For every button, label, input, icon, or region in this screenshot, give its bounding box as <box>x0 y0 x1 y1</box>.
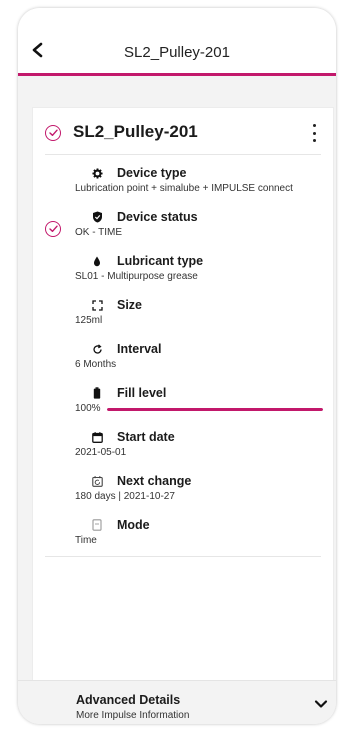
detail-label-interval: Interval <box>117 342 162 356</box>
chevron-down-icon[interactable] <box>314 697 328 711</box>
status-check-icon <box>45 221 61 237</box>
main-content: SL2_Pulley-201 Device type Lubrication p… <box>18 76 336 724</box>
battery-icon <box>91 387 103 399</box>
detail-value-device-type: Lubrication point + simalube + IMPULSE c… <box>75 183 293 194</box>
detail-value-fill-level: 100% <box>75 403 101 414</box>
detail-device-type: Device type Lubrication point + simalube… <box>75 164 316 195</box>
detail-label-mode: Mode <box>117 518 150 532</box>
calendar-refresh-icon <box>91 475 103 487</box>
advanced-details-title: Advanced Details <box>76 693 181 707</box>
page-title: SL2_Pulley-201 <box>124 44 230 61</box>
expand-icon <box>91 299 103 311</box>
card-bottom-divider <box>45 556 321 557</box>
detail-lubricant-type: Lubricant type SL01 - Multipurpose greas… <box>75 252 316 283</box>
detail-fill-level: Fill level 100% <box>75 384 323 415</box>
detail-device-status: Device status OK - TIME <box>75 208 316 239</box>
detail-mode: Mode Time <box>75 516 316 547</box>
detail-label-device-status: Device status <box>117 210 198 224</box>
calendar-icon <box>91 431 103 443</box>
detail-label-fill-level: Fill level <box>117 386 167 400</box>
check-circle-icon <box>45 125 61 141</box>
device-card: SL2_Pulley-201 Device type Lubrication p… <box>32 107 334 720</box>
detail-value-size: 125ml <box>75 315 103 326</box>
card-divider <box>45 154 321 155</box>
fill-level-bar <box>106 408 323 411</box>
phone-frame: SL2_Pulley-201 SL2_Pulley-201 Device typ… <box>18 8 336 724</box>
kebab-menu-icon[interactable] <box>309 124 319 142</box>
detail-label-start-date: Start date <box>117 430 175 444</box>
detail-label-size: Size <box>117 298 143 312</box>
detail-label-lubricant-type: Lubricant type <box>117 254 204 268</box>
detail-next-change: Next change 180 days | 2021-10-27 <box>75 472 316 503</box>
detail-value-start-date: 2021-05-01 <box>75 447 127 458</box>
gear-icon <box>91 167 103 179</box>
top-app-bar: SL2_Pulley-201 <box>18 8 336 76</box>
mode-icon <box>91 519 103 531</box>
detail-value-lubricant-type: SL01 - Multipurpose grease <box>75 271 198 282</box>
detail-label-device-type: Device type <box>117 166 187 180</box>
advanced-details-subtitle: More Impulse Information <box>76 710 190 721</box>
detail-size: Size 125ml <box>75 296 316 327</box>
shield-check-icon <box>91 211 103 223</box>
detail-value-next-change: 180 days | 2021-10-27 <box>75 491 175 502</box>
device-name: SL2_Pulley-201 <box>73 122 198 141</box>
droplet-icon <box>91 255 103 267</box>
detail-value-mode: Time <box>75 535 97 546</box>
detail-interval: Interval 6 Months <box>75 340 316 371</box>
fill-level-bar-fill <box>106 408 323 411</box>
detail-label-next-change: Next change <box>117 474 192 488</box>
refresh-icon <box>91 343 103 355</box>
detail-value-interval: 6 Months <box>75 359 117 370</box>
advanced-details-row[interactable]: Advanced Details More Impulse Informatio… <box>18 680 336 724</box>
detail-start-date: Start date 2021-05-01 <box>75 428 316 459</box>
detail-value-device-status: OK - TIME <box>75 227 123 238</box>
